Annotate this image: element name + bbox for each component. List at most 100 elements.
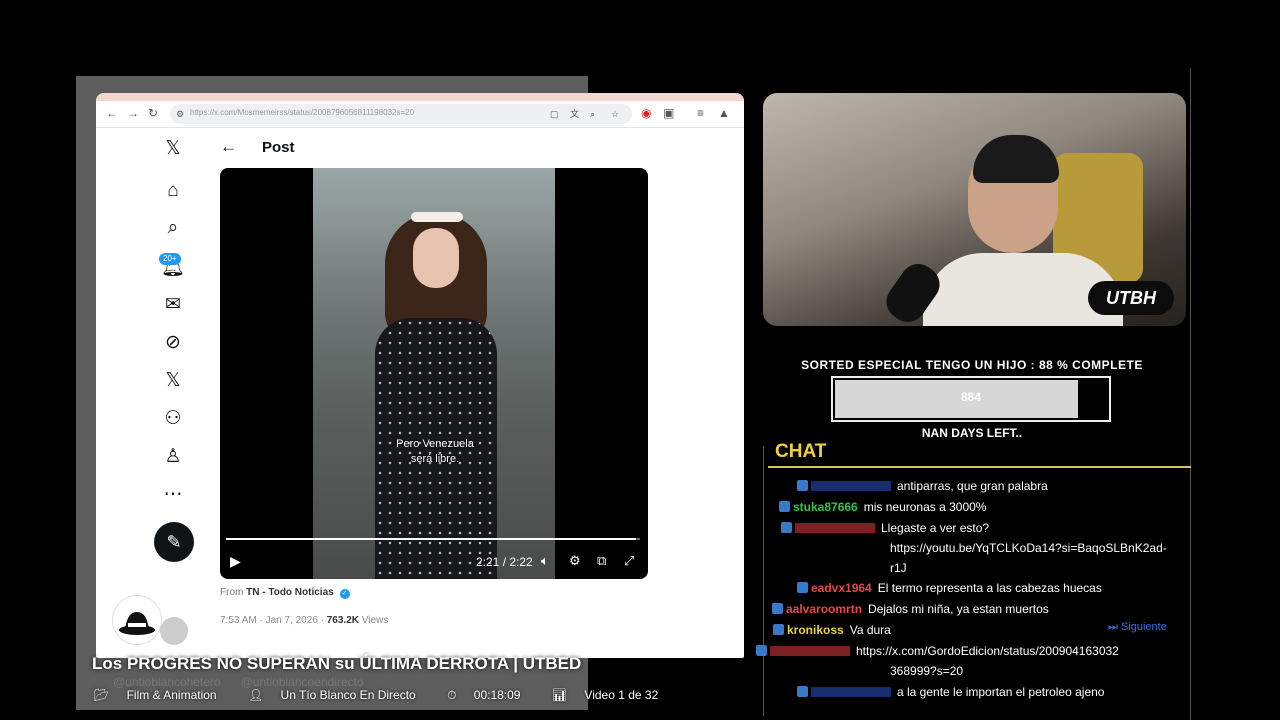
source-name[interactable]: TN - Todo Noticias bbox=[246, 587, 334, 598]
home-icon[interactable]: ⌂ bbox=[160, 178, 186, 204]
goal-progress-bar: 884 bbox=[831, 376, 1111, 422]
pip-icon[interactable]: ⧉ bbox=[597, 553, 606, 569]
site-info-icon[interactable]: ⚙ bbox=[176, 107, 184, 121]
video-title: Los PROGRES NO SUPERAN su ÚLTIMA DERROTA… bbox=[92, 654, 582, 673]
translate-icon[interactable]: 文 bbox=[570, 107, 579, 121]
browser-toolbar: ← → ↻ ⚙ https://x.com/Mosmemeirss/status… bbox=[96, 101, 744, 128]
video-progress-fill bbox=[226, 538, 636, 540]
source-prefix: From bbox=[220, 587, 244, 598]
chat-title: CHAT bbox=[775, 441, 827, 462]
profile-nav-icon[interactable]: ♙ bbox=[160, 444, 186, 470]
video-meta: 📂︎ Film & Animation 👤︎ Un Tío Blanco En … bbox=[94, 688, 686, 703]
chat-username[interactable] bbox=[795, 523, 875, 533]
opera-icon[interactable]: ◉ bbox=[641, 106, 651, 120]
more-icon[interactable]: ⋯ bbox=[160, 482, 186, 508]
menu-icon[interactable]: ≡ bbox=[697, 106, 704, 120]
url-text: https://x.com/Mosmemeirss/status/2008796… bbox=[190, 108, 415, 117]
watermark-right: @untioblancoendirecto bbox=[240, 675, 364, 689]
views-count: 763.2K bbox=[326, 615, 359, 626]
video-player[interactable]: Pero Venezuela será libre. ▶ 2:21 / 2:22… bbox=[220, 168, 648, 579]
video-person-headband bbox=[411, 212, 463, 222]
duration-text: 00:18:09 bbox=[473, 688, 521, 702]
extension-icon[interactable]: ▢ bbox=[550, 107, 559, 121]
profile-icon[interactable]: ▲ bbox=[718, 106, 730, 120]
compose-post-icon[interactable]: ✎ bbox=[154, 522, 194, 562]
webcam-feed: UTBH bbox=[763, 93, 1186, 326]
watermark-left: @untioblancohetero bbox=[113, 675, 221, 689]
category-text: Film & Animation bbox=[126, 688, 217, 702]
next-label[interactable]: ⏭ Siguiente bbox=[1108, 621, 1167, 634]
chat-username[interactable]: aalvaroomrtn bbox=[786, 602, 862, 616]
chat-left-divider bbox=[763, 446, 764, 716]
chat-badge-icon bbox=[781, 522, 792, 533]
chat-text: El termo representa a las cabezas huecas bbox=[877, 581, 1102, 595]
volume-icon[interactable]: 🔈︎ bbox=[541, 553, 549, 569]
next-icon: ⏭ bbox=[1108, 621, 1121, 633]
puzzle-icon[interactable]: ▣ bbox=[663, 106, 674, 120]
bookmark-star-icon[interactable]: ☆ bbox=[611, 107, 619, 121]
goal-title: SORTED ESPECIAL TENGO UN HIJO : 88 % COM… bbox=[801, 358, 1143, 372]
goal-footer: NAN DAYS LEFT.. bbox=[921, 426, 1023, 440]
post-timestamp[interactable]: 7:53 AM · Jan 7, 2026 · bbox=[220, 615, 324, 626]
chat-badge-icon bbox=[756, 645, 767, 656]
chat-text: antiparras, que gran palabra bbox=[897, 479, 1048, 493]
browser-window: ← → ↻ ⚙ https://x.com/Mosmemeirss/status… bbox=[96, 93, 744, 658]
person-icon: 👤︎ bbox=[247, 688, 267, 702]
grok-icon[interactable]: ⊘ bbox=[160, 330, 186, 356]
chat-message: aalvaroomrtn Dejalos mi niña, ya estan mu… bbox=[772, 602, 1049, 617]
next-label-text: Siguiente bbox=[1120, 621, 1167, 633]
premium-x-icon[interactable]: 𝕏 bbox=[160, 368, 186, 394]
chat-text: https://youtu.be/YqTCLKoDa14?si=BaqoSLBn… bbox=[890, 541, 1167, 555]
chat-text: https://x.com/GordoEdicion/status/200904… bbox=[856, 644, 1119, 658]
video-progress-bar[interactable] bbox=[226, 538, 640, 540]
back-arrow-icon[interactable]: ← bbox=[106, 106, 118, 120]
video-time: 2:21 / 2:22 bbox=[476, 555, 533, 569]
communities-icon[interactable]: ⚇ bbox=[160, 406, 186, 432]
fullscreen-icon[interactable]: ⤢ bbox=[624, 553, 634, 569]
forward-arrow-icon[interactable]: → bbox=[127, 106, 139, 120]
messages-icon[interactable]: ✉ bbox=[160, 292, 186, 318]
duration: ⏱ 00:18:09 bbox=[447, 688, 534, 702]
chat-message: Llegaste a ver esto? bbox=[781, 521, 989, 536]
channel-watermark: @untioblancohetero @untioblancoendirecto bbox=[113, 675, 364, 689]
x-logo-icon[interactable]: 𝕏 bbox=[160, 136, 186, 162]
channel: 👤︎ Un Tío Blanco En Directo bbox=[248, 688, 430, 702]
chat-message: https://youtu.be/YqTCLKoDa14?si=BaqoSLBn… bbox=[890, 541, 1167, 556]
post-title: Post bbox=[262, 139, 295, 156]
chat-username[interactable]: kronikoss bbox=[787, 623, 844, 637]
chart-icon: 📊︎ bbox=[551, 688, 571, 702]
playlist: 📊︎ Video 1 de 32 bbox=[552, 688, 672, 702]
zoom-icon[interactable]: ⌕ bbox=[590, 107, 595, 121]
chat-divider bbox=[768, 466, 1191, 468]
chat-message: a la gente le importan el petroleo ajeno bbox=[797, 685, 1104, 700]
browser-tabstrip bbox=[96, 93, 744, 101]
playlist-text: Video 1 de 32 bbox=[584, 688, 659, 702]
chat-username[interactable] bbox=[811, 481, 891, 491]
search-icon[interactable]: ⌕ bbox=[160, 215, 186, 241]
chat-message: https://x.com/GordoEdicion/status/200904… bbox=[756, 644, 1119, 659]
chat-username[interactable]: eadvx1964 bbox=[811, 581, 872, 595]
post-back-icon[interactable]: ← bbox=[220, 137, 237, 157]
chat-text: mis neuronas a 3000% bbox=[863, 500, 987, 514]
chat-message: 368999?s=20 bbox=[890, 664, 963, 679]
chat-badge-icon bbox=[779, 501, 790, 512]
chat-badge-icon bbox=[772, 603, 783, 614]
chat-username[interactable] bbox=[811, 687, 891, 697]
right-divider bbox=[1190, 68, 1191, 720]
chat-message: kronikoss Va dura bbox=[773, 623, 891, 638]
chat-badge-icon bbox=[797, 582, 808, 593]
channel-text: Un Tío Blanco En Directo bbox=[280, 688, 416, 702]
play-icon[interactable]: ▶ bbox=[230, 553, 241, 570]
address-bar[interactable]: ⚙ https://x.com/Mosmemeirss/status/20087… bbox=[170, 104, 632, 124]
reload-icon[interactable]: ↻ bbox=[148, 106, 158, 120]
settings-gear-icon[interactable]: ⚙ bbox=[569, 553, 581, 569]
account-avatar[interactable] bbox=[160, 617, 188, 645]
notifications-badge: 20+ bbox=[159, 253, 181, 265]
subtitle-line-2: será libre. bbox=[410, 453, 460, 465]
chat-text: Llegaste a ver esto? bbox=[881, 521, 990, 535]
folder-icon: 📂︎ bbox=[94, 688, 113, 702]
chat-username[interactable] bbox=[770, 646, 850, 656]
chat-badge-icon bbox=[797, 686, 808, 697]
chat-badge-icon bbox=[797, 480, 808, 491]
chat-username[interactable]: stuka87666 bbox=[793, 500, 858, 514]
